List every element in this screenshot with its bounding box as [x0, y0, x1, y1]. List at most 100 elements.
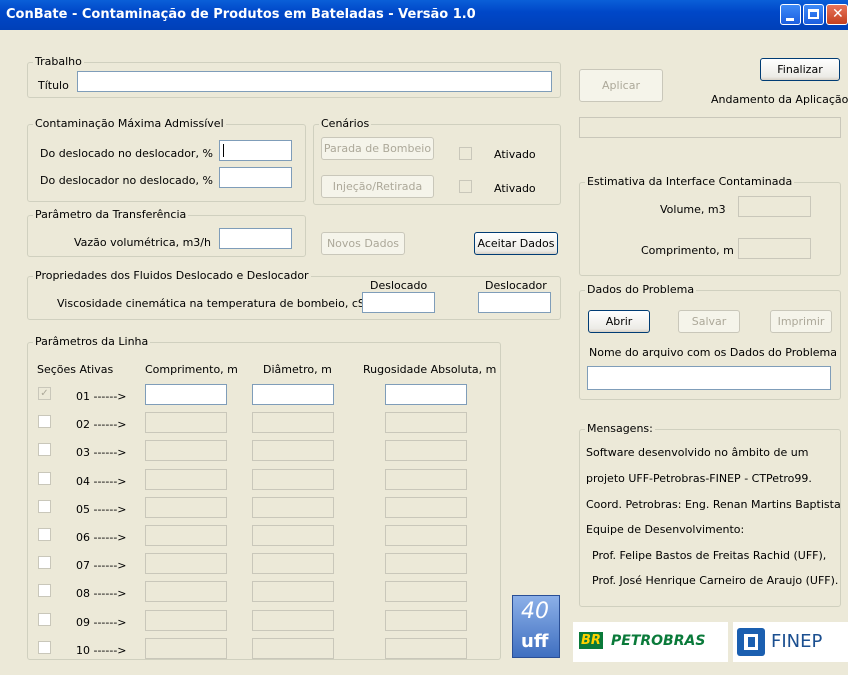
rugosidade-input[interactable]: [385, 384, 467, 405]
mensagem-line: Software desenvolvido no âmbito de um: [586, 446, 809, 459]
injecao-retirada-button[interactable]: Injeção/Retirada: [321, 175, 434, 198]
comprimento-input[interactable]: [145, 581, 227, 603]
secao-checkbox[interactable]: [38, 584, 51, 598]
deslocador-label: Deslocador: [485, 279, 547, 292]
secao-checkbox[interactable]: [38, 612, 51, 626]
diametro-input[interactable]: [252, 609, 334, 631]
volume-label: Volume, m3: [660, 203, 726, 216]
mensagem-line: Prof. José Henrique Carneiro de Araujo (…: [592, 574, 839, 587]
visc-deslocador-input[interactable]: [478, 292, 551, 313]
secao-label: 10 ------>: [76, 643, 127, 657]
comprimento-output: [738, 238, 811, 259]
secao-checkbox[interactable]: [38, 443, 51, 457]
application-window: ConBate - Contaminação de Produtos em Ba…: [0, 0, 848, 675]
secao-label: 09 ------>: [76, 615, 127, 629]
comprimento-input[interactable]: [145, 384, 227, 405]
cma-deslocado-input[interactable]: [219, 140, 292, 161]
cma-row2-label: Do deslocador no deslocado, %: [40, 174, 213, 187]
volume-output: [738, 196, 811, 217]
secao-checkbox[interactable]: [38, 415, 51, 429]
vazao-label: Vazão volumétrica, m3/h: [74, 236, 211, 249]
aceitar-dados-button[interactable]: Aceitar Dados: [474, 232, 558, 255]
rugosidade-input[interactable]: [385, 468, 467, 490]
deslocado-label: Deslocado: [370, 279, 428, 292]
diametro-input[interactable]: [252, 525, 334, 546]
diametro-input[interactable]: [252, 440, 334, 462]
rugosidade-input[interactable]: [385, 412, 467, 434]
cma-deslocador-input[interactable]: [219, 167, 292, 188]
header-comprimento: Comprimento, m: [145, 363, 238, 376]
finalizar-button[interactable]: Finalizar: [760, 58, 840, 81]
linha-legend: Parâmetros da Linha: [33, 335, 151, 348]
comprimento-input[interactable]: [145, 440, 227, 462]
parada-ativado-label: Ativado: [494, 148, 536, 161]
comprimento-input[interactable]: [145, 609, 227, 631]
minimize-button[interactable]: [780, 4, 801, 25]
vazao-input[interactable]: [219, 228, 292, 249]
titulo-input[interactable]: [77, 71, 552, 92]
parada-bombeio-button[interactable]: Parada de Bombeio: [321, 137, 434, 160]
comprimento-input[interactable]: [145, 525, 227, 546]
comprimento-input[interactable]: [145, 553, 227, 575]
secao-label: 07 ------>: [76, 559, 127, 573]
aplicar-button[interactable]: Aplicar: [579, 69, 663, 102]
andamento-label: Andamento da Aplicação: [711, 93, 848, 106]
diametro-input[interactable]: [252, 384, 334, 405]
close-icon: ✕: [832, 6, 844, 22]
diametro-input[interactable]: [252, 496, 334, 518]
comprimento-input[interactable]: [145, 468, 227, 490]
comprimento-input[interactable]: [145, 496, 227, 518]
rugosidade-input[interactable]: [385, 637, 467, 659]
comprimento-input[interactable]: [145, 637, 227, 659]
finep-icon: [737, 628, 765, 656]
window-title: ConBate - Contaminação de Produtos em Ba…: [6, 7, 476, 22]
secao-checkbox[interactable]: [38, 499, 51, 513]
cenarios-legend: Cenários: [319, 117, 372, 130]
rugosidade-input[interactable]: [385, 525, 467, 546]
uff-logo: 40 uff: [512, 595, 560, 658]
secao-checkbox[interactable]: [38, 556, 51, 570]
salvar-button[interactable]: Salvar: [678, 310, 740, 333]
secao-label: 08 ------>: [76, 587, 127, 601]
secao-checkbox[interactable]: [38, 640, 51, 654]
mensagem-line: Coord. Petrobras: Eng. Renan Martins Bap…: [586, 498, 841, 511]
title-bar[interactable]: ConBate - Contaminação de Produtos em Ba…: [0, 0, 848, 30]
diametro-input[interactable]: [252, 637, 334, 659]
header-rugosidade: Rugosidade Absoluta, m: [363, 363, 497, 376]
imprimir-button[interactable]: Imprimir: [770, 310, 832, 333]
secao-label: 01 ------>: [76, 390, 127, 403]
comprimento-input[interactable]: [145, 412, 227, 434]
rugosidade-input[interactable]: [385, 609, 467, 631]
diametro-input[interactable]: [252, 553, 334, 575]
injecao-ativado-checkbox[interactable]: [459, 180, 472, 193]
progress-bar: [579, 117, 841, 138]
propriedades-legend: Propriedades dos Fluidos Deslocado e Des…: [33, 269, 311, 282]
transferencia-legend: Parâmetro da Transferência: [33, 208, 189, 221]
viscosidade-label: Viscosidade cinemática na temperatura de…: [57, 297, 370, 310]
diametro-input[interactable]: [252, 412, 334, 434]
mensagem-line: Equipe de Desenvolvimento:: [586, 523, 745, 536]
close-button[interactable]: ✕: [826, 4, 848, 25]
secao-label: 06 ------>: [76, 531, 127, 544]
secao-checkbox[interactable]: [38, 528, 51, 541]
novos-dados-button[interactable]: Novos Dados: [321, 232, 405, 255]
secao-checkbox[interactable]: ✓: [38, 387, 51, 400]
rugosidade-input[interactable]: [385, 553, 467, 575]
nome-arquivo-input[interactable]: [587, 366, 831, 390]
header-secoes: Seções Ativas: [37, 363, 114, 376]
secao-checkbox[interactable]: [38, 471, 51, 485]
parada-ativado-checkbox[interactable]: [459, 147, 472, 160]
abrir-button[interactable]: Abrir: [588, 310, 650, 333]
petrobras-logo: BR PETROBRAS: [573, 622, 728, 662]
nome-arquivo-label: Nome do arquivo com os Dados do Problema: [589, 346, 837, 359]
diametro-input[interactable]: [252, 581, 334, 603]
finep-logo: FINEP: [733, 622, 848, 662]
rugosidade-input[interactable]: [385, 440, 467, 462]
dados-legend: Dados do Problema: [585, 283, 697, 296]
rugosidade-input[interactable]: [385, 496, 467, 518]
diametro-input[interactable]: [252, 468, 334, 490]
rugosidade-input[interactable]: [385, 581, 467, 603]
cma-legend: Contaminação Máxima Admissível: [33, 117, 226, 130]
maximize-button[interactable]: [803, 4, 824, 25]
visc-deslocado-input[interactable]: [362, 292, 435, 313]
